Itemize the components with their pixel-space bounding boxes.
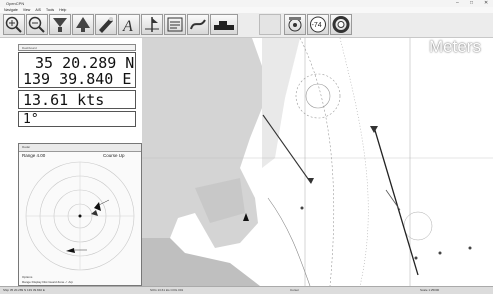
scale-down-button[interactable] [49, 14, 71, 35]
buoy-marker [300, 206, 304, 210]
blank-button[interactable] [259, 14, 281, 35]
minimize-button[interactable]: – [456, 0, 459, 7]
toolbar: A -74 [0, 13, 493, 38]
scale-down-icon [53, 18, 67, 32]
shallow-water [262, 38, 300, 168]
restricted-area [305, 83, 331, 109]
buoy-area [403, 211, 433, 241]
text-button[interactable]: A [118, 14, 140, 35]
window-titlebar: OpenCPN – □ ✕ [0, 0, 493, 7]
radar-icon [288, 17, 302, 32]
restricted-area [295, 73, 341, 119]
harbor-land [142, 238, 260, 286]
maximize-button[interactable]: □ [470, 0, 473, 7]
zoom-out-icon [28, 16, 45, 33]
depth-readout: -74 [312, 22, 322, 29]
text-icon: A [122, 18, 133, 34]
blank-icon [260, 15, 280, 34]
waypoint-marker[interactable] [308, 178, 314, 184]
dashboard-header: Dashboard [18, 44, 136, 51]
route-button[interactable] [95, 14, 117, 35]
waypoint-marker[interactable] [370, 126, 378, 133]
settings-icon [167, 17, 183, 32]
menu-ais[interactable]: AIS [35, 8, 41, 12]
zoom-out-button[interactable] [26, 14, 48, 35]
menu-help[interactable]: Help [59, 8, 66, 12]
latitude-value: 35 20.289 N [35, 54, 135, 72]
land-mass [142, 38, 262, 248]
speed-value: 13.61 kts [23, 91, 105, 109]
radar-button[interactable] [284, 14, 306, 35]
lifebuoy-icon [332, 16, 350, 33]
zoom-in-button[interactable] [3, 14, 25, 35]
radar-mode-label: Course Up [103, 153, 125, 158]
position-box: 35 20.289 N 139 39.840 E [18, 52, 136, 88]
radar-scope [25, 161, 135, 271]
buoy-marker [438, 251, 442, 255]
depth-button[interactable]: -74 [307, 14, 329, 35]
settings-button[interactable] [164, 14, 186, 35]
depth-icon: -74 [310, 16, 326, 33]
track-button[interactable] [141, 14, 163, 35]
lifebuoy-button[interactable] [330, 14, 352, 35]
speed-box: 13.61 kts [18, 90, 136, 109]
menu-view[interactable]: View [23, 8, 31, 12]
radar-target [66, 248, 75, 253]
units-label: Meters [429, 37, 481, 56]
scale-up-icon [76, 17, 90, 32]
buoy-marker [468, 246, 472, 250]
radar-target [94, 202, 101, 211]
radar-options-label: Options [22, 275, 33, 279]
radar-range-label: Range 4.00 [22, 153, 46, 158]
buoy-marker [414, 256, 418, 260]
ship-button[interactable] [210, 14, 238, 35]
route-line [373, 126, 419, 276]
radar-controls[interactable]: Range Display Dist Guard Zone ✓ Arp [22, 280, 73, 284]
waypoint-icon [190, 19, 206, 30]
scale-up-button[interactable] [72, 14, 94, 35]
heading-value: 1° [23, 112, 39, 127]
menu-navigate[interactable]: Navigate [4, 8, 18, 12]
radar-header: Radar [19, 144, 141, 152]
route-icon [99, 17, 113, 33]
depth-contour [339, 38, 369, 286]
heading-box: 1° [18, 111, 136, 127]
longitude-value: 139 39.840 E [23, 70, 132, 88]
track-icon [145, 17, 159, 32]
zoom-in-icon [5, 16, 22, 33]
window-title: OpenCPN [6, 1, 25, 6]
waypoint-button[interactable] [187, 14, 209, 35]
svg-text:A: A [122, 18, 133, 34]
close-button[interactable]: ✕ [484, 0, 488, 7]
radar-panel: Radar Range 4.00 Course Up Options Range… [18, 143, 142, 286]
ship-icon [214, 21, 234, 30]
depth-contour [267, 197, 311, 286]
menu-tools[interactable]: Tools [46, 8, 54, 12]
